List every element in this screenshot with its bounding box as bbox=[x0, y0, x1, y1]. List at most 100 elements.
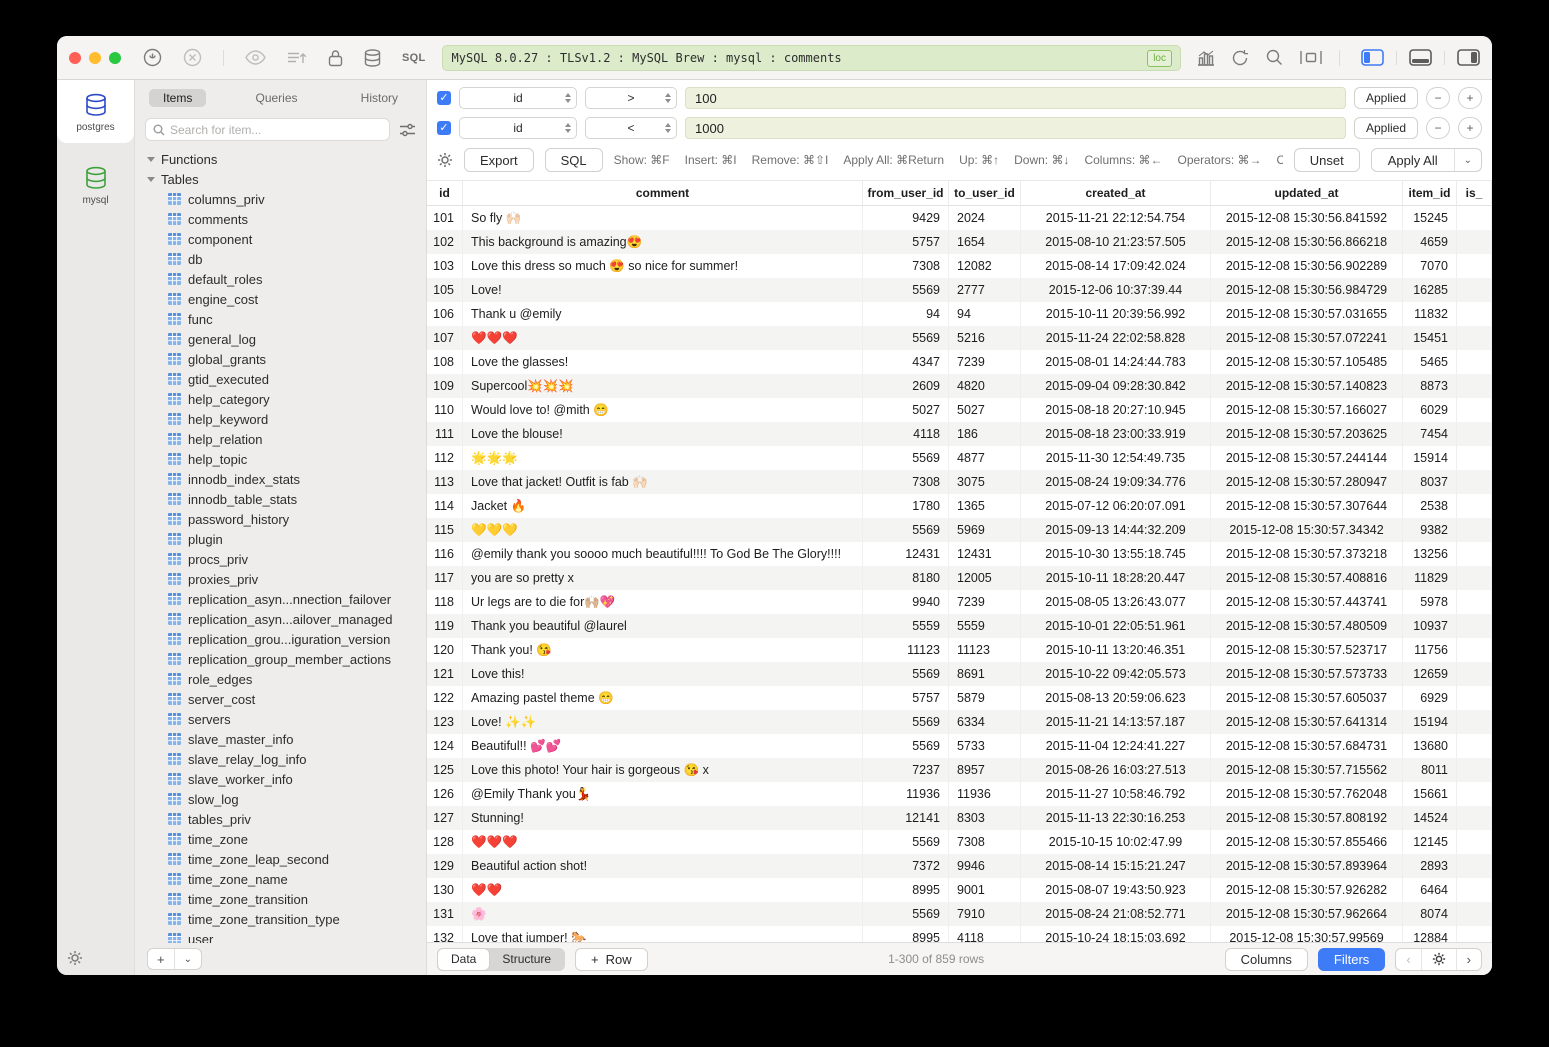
sidebar-table-replication_asyn...ailover_managed[interactable]: replication_asyn...ailover_managed bbox=[145, 609, 426, 629]
cell-created_at[interactable]: 2015-08-07 19:43:50.923 bbox=[1021, 878, 1211, 902]
cell-id[interactable]: 112 bbox=[427, 446, 463, 470]
filter-column-select[interactable]: id bbox=[459, 117, 577, 139]
cell-created_at[interactable]: 2015-08-13 20:59:06.623 bbox=[1021, 686, 1211, 710]
table-row[interactable]: 111Love the blouse!41181862015-08-18 23:… bbox=[427, 422, 1492, 446]
cell-is_[interactable] bbox=[1457, 710, 1492, 734]
cell-item_id[interactable]: 12659 bbox=[1403, 662, 1457, 686]
refresh-icon[interactable] bbox=[1232, 49, 1249, 67]
cell-comment[interactable]: Love that jumper! 🐎 bbox=[463, 926, 863, 942]
cell-is_[interactable] bbox=[1457, 782, 1492, 806]
filters-button[interactable]: Filters bbox=[1318, 948, 1385, 971]
cell-comment[interactable]: Love! bbox=[463, 278, 863, 302]
sidebar-table-time_zone_transition_type[interactable]: time_zone_transition_type bbox=[145, 909, 426, 929]
sidebar-table-help_topic[interactable]: help_topic bbox=[145, 449, 426, 469]
cell-item_id[interactable]: 2893 bbox=[1403, 854, 1457, 878]
cell-is_[interactable] bbox=[1457, 494, 1492, 518]
table-row[interactable]: 132Love that jumper! 🐎899541182015-10-24… bbox=[427, 926, 1492, 942]
sidebar-table-server_cost[interactable]: server_cost bbox=[145, 689, 426, 709]
table-row[interactable]: 105Love!556927772015-12-06 10:37:39.4420… bbox=[427, 278, 1492, 302]
sidebar-table-role_edges[interactable]: role_edges bbox=[145, 669, 426, 689]
cell-comment[interactable]: So fly 🙌🏻 bbox=[463, 206, 863, 230]
sidebar-table-procs_priv[interactable]: procs_priv bbox=[145, 549, 426, 569]
sidebar-table-innodb_index_stats[interactable]: innodb_index_stats bbox=[145, 469, 426, 489]
cell-to_user_id[interactable]: 9001 bbox=[949, 878, 1021, 902]
cell-item_id[interactable]: 11756 bbox=[1403, 638, 1457, 662]
cell-comment[interactable]: ❤️❤️❤️ bbox=[463, 326, 863, 350]
sidebar-table-replication_asyn...nnection_failover[interactable]: replication_asyn...nnection_failover bbox=[145, 589, 426, 609]
chevron-down-icon[interactable] bbox=[147, 157, 155, 162]
cell-is_[interactable] bbox=[1457, 686, 1492, 710]
sidebar-table-time_zone[interactable]: time_zone bbox=[145, 829, 426, 849]
cell-created_at[interactable]: 2015-11-04 12:24:41.227 bbox=[1021, 734, 1211, 758]
table-row[interactable]: 121Love this!556986912015-10-22 09:42:05… bbox=[427, 662, 1492, 686]
cell-id[interactable]: 116 bbox=[427, 542, 463, 566]
filter-value-input[interactable]: 1000 bbox=[685, 117, 1346, 139]
cell-item_id[interactable]: 8074 bbox=[1403, 902, 1457, 926]
filter-operator-select[interactable]: > bbox=[585, 87, 677, 109]
toggle-left-panel-icon[interactable] bbox=[1361, 49, 1384, 66]
table-row[interactable]: 127Stunning!1214183032015-11-13 22:30:16… bbox=[427, 806, 1492, 830]
cell-is_[interactable] bbox=[1457, 398, 1492, 422]
cell-comment[interactable]: Ur legs are to die for🙌🏼💖 bbox=[463, 590, 863, 614]
cell-from_user_id[interactable]: 11123 bbox=[863, 638, 949, 662]
cell-comment[interactable]: Beautiful action shot! bbox=[463, 854, 863, 878]
cell-from_user_id[interactable]: 4118 bbox=[863, 422, 949, 446]
cell-updated_at[interactable]: 2015-12-08 15:30:56.902289 bbox=[1211, 254, 1403, 278]
filter-applied-button[interactable]: Applied bbox=[1354, 117, 1418, 139]
cell-updated_at[interactable]: 2015-12-08 15:30:57.855466 bbox=[1211, 830, 1403, 854]
cell-updated_at[interactable]: 2015-12-08 15:30:57.443741 bbox=[1211, 590, 1403, 614]
cell-is_[interactable] bbox=[1457, 878, 1492, 902]
sidebar-table-comments[interactable]: comments bbox=[145, 209, 426, 229]
cell-to_user_id[interactable]: 5733 bbox=[949, 734, 1021, 758]
table-row[interactable]: 102This background is amazing😍5757165420… bbox=[427, 230, 1492, 254]
cell-comment[interactable]: Love this photo! Your hair is gorgeous 😘… bbox=[463, 758, 863, 782]
remove-filter-button[interactable]: − bbox=[1426, 87, 1450, 109]
column-header-item_id[interactable]: item_id bbox=[1403, 181, 1457, 205]
close-window-button[interactable] bbox=[69, 52, 81, 64]
sidebar-table-replication_grou...iguration_version[interactable]: replication_grou...iguration_version bbox=[145, 629, 426, 649]
cell-created_at[interactable]: 2015-10-11 20:39:56.992 bbox=[1021, 302, 1211, 326]
cell-created_at[interactable]: 2015-08-01 14:24:44.783 bbox=[1021, 350, 1211, 374]
cell-item_id[interactable]: 15451 bbox=[1403, 326, 1457, 350]
connection-icon[interactable] bbox=[143, 48, 162, 67]
cell-item_id[interactable]: 4659 bbox=[1403, 230, 1457, 254]
cell-item_id[interactable]: 8037 bbox=[1403, 470, 1457, 494]
cell-item_id[interactable]: 12884 bbox=[1403, 926, 1457, 942]
cell-item_id[interactable]: 2538 bbox=[1403, 494, 1457, 518]
cell-updated_at[interactable]: 2015-12-08 15:30:57.373218 bbox=[1211, 542, 1403, 566]
cell-created_at[interactable]: 2015-08-24 19:09:34.776 bbox=[1021, 470, 1211, 494]
filter-checkbox[interactable]: ✓ bbox=[437, 121, 451, 135]
sidebar-table-slave_master_info[interactable]: slave_master_info bbox=[145, 729, 426, 749]
table-row[interactable]: 128❤️❤️❤️556973082015-10-15 10:02:47.992… bbox=[427, 830, 1492, 854]
cell-item_id[interactable]: 15245 bbox=[1403, 206, 1457, 230]
cell-is_[interactable] bbox=[1457, 470, 1492, 494]
cell-updated_at[interactable]: 2015-12-08 15:30:57.280947 bbox=[1211, 470, 1403, 494]
cell-from_user_id[interactable]: 5569 bbox=[863, 446, 949, 470]
cell-id[interactable]: 129 bbox=[427, 854, 463, 878]
cell-id[interactable]: 110 bbox=[427, 398, 463, 422]
cell-item_id[interactable]: 7454 bbox=[1403, 422, 1457, 446]
tree-section-functions[interactable]: Functions bbox=[145, 149, 426, 169]
cell-item_id[interactable]: 16285 bbox=[1403, 278, 1457, 302]
cell-updated_at[interactable]: 2015-12-08 15:30:57.480509 bbox=[1211, 614, 1403, 638]
filter-operator-select[interactable]: < bbox=[585, 117, 677, 139]
cell-is_[interactable] bbox=[1457, 614, 1492, 638]
chevron-down-icon[interactable]: ⌄ bbox=[1454, 149, 1481, 171]
cell-from_user_id[interactable]: 11936 bbox=[863, 782, 949, 806]
cell-is_[interactable] bbox=[1457, 422, 1492, 446]
cell-to_user_id[interactable]: 5879 bbox=[949, 686, 1021, 710]
cell-item_id[interactable]: 15661 bbox=[1403, 782, 1457, 806]
filter-value-input[interactable]: 100 bbox=[685, 87, 1346, 109]
cell-created_at[interactable]: 2015-12-06 10:37:39.44 bbox=[1021, 278, 1211, 302]
cell-from_user_id[interactable]: 5757 bbox=[863, 686, 949, 710]
apply-all-button[interactable]: Apply All ⌄ bbox=[1371, 148, 1482, 172]
cell-from_user_id[interactable]: 5569 bbox=[863, 830, 949, 854]
table-row[interactable]: 103Love this dress so much 😍 so nice for… bbox=[427, 254, 1492, 278]
cell-is_[interactable] bbox=[1457, 902, 1492, 926]
cell-is_[interactable] bbox=[1457, 638, 1492, 662]
cell-is_[interactable] bbox=[1457, 518, 1492, 542]
sidebar-table-db[interactable]: db bbox=[145, 249, 426, 269]
cell-item_id[interactable]: 15914 bbox=[1403, 446, 1457, 470]
cell-updated_at[interactable]: 2015-12-08 15:30:56.841592 bbox=[1211, 206, 1403, 230]
toggle-bottom-panel-icon[interactable] bbox=[1409, 49, 1432, 66]
